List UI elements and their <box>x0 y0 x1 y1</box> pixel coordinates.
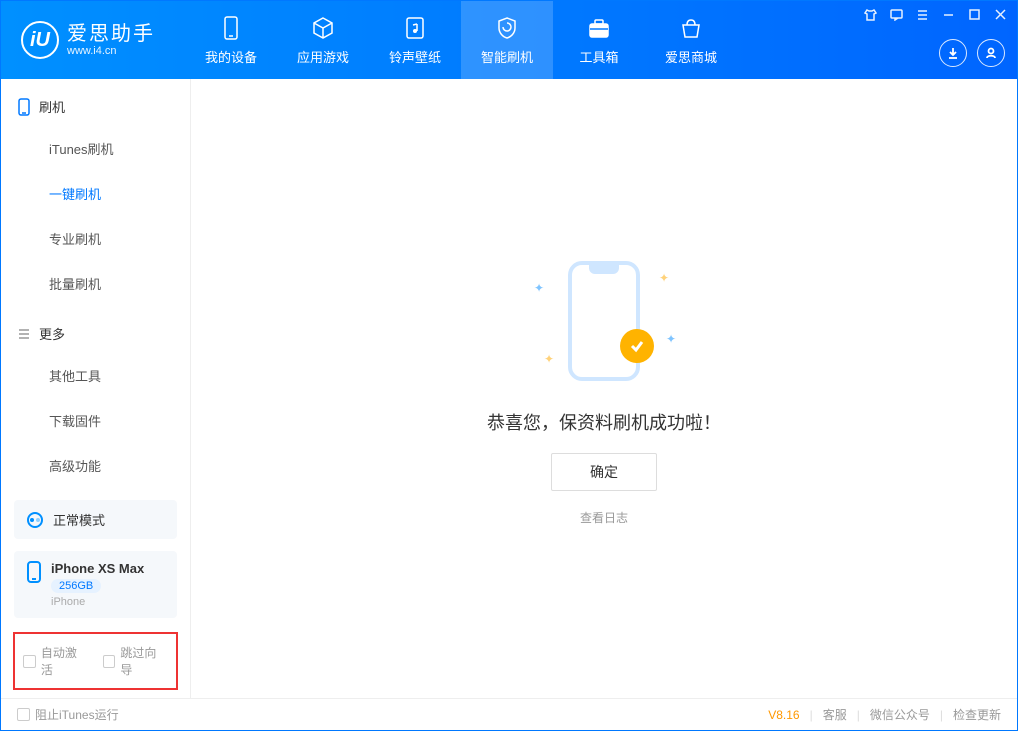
footer-link-support[interactable]: 客服 <box>823 706 847 723</box>
checkbox-icon <box>23 655 36 668</box>
device-box[interactable]: iPhone XS Max 256GB iPhone <box>14 551 177 618</box>
tab-label: 铃声壁纸 <box>389 47 441 66</box>
check-badge-icon <box>620 329 654 363</box>
device-capacity: 256GB <box>51 579 101 593</box>
nav-tabs: 我的设备 应用游戏 铃声壁纸 智能刷机 工具箱 爱思商城 <box>185 1 737 79</box>
sidebar-item-itunes-flash[interactable]: iTunes刷机 <box>1 126 190 171</box>
checkbox-label: 跳过向导 <box>120 644 168 678</box>
success-message: 恭喜您，保资料刷机成功啦！ <box>487 409 721 435</box>
skin-icon[interactable] <box>863 7 877 21</box>
header: iU 爱思助手 www.i4.cn 我的设备 应用游戏 铃声壁纸 智能刷机 工具… <box>1 1 1017 79</box>
footer-link-wechat[interactable]: 微信公众号 <box>870 706 930 723</box>
tab-label: 爱思商城 <box>665 47 717 66</box>
checkbox-label: 阻止iTunes运行 <box>35 706 119 723</box>
tab-label: 应用游戏 <box>297 47 349 66</box>
header-right <box>939 39 1005 67</box>
tab-toolbox[interactable]: 工具箱 <box>553 1 645 79</box>
ok-button[interactable]: 确定 <box>551 453 657 491</box>
checkbox-skip-guide[interactable]: 跳过向导 <box>103 644 169 678</box>
footer: 阻止iTunes运行 V8.16 | 客服 | 微信公众号 | 检查更新 <box>1 698 1017 730</box>
tab-label: 智能刷机 <box>481 47 533 66</box>
group-title: 刷机 <box>39 97 65 116</box>
sidebar-group-more[interactable]: 更多 <box>1 306 190 353</box>
tab-label: 工具箱 <box>579 47 618 66</box>
toolbox-icon <box>586 15 612 41</box>
device-type: iPhone <box>51 596 144 608</box>
store-icon <box>678 15 704 41</box>
sidebar-item-download-firmware[interactable]: 下载固件 <box>1 398 190 443</box>
options-highlight: 自动激活 跳过向导 <box>13 632 178 690</box>
version-label: V8.16 <box>768 708 799 722</box>
checkbox-auto-activate[interactable]: 自动激活 <box>23 644 89 678</box>
checkbox-block-itunes[interactable]: 阻止iTunes运行 <box>17 706 119 723</box>
logo-title: 爱思助手 <box>67 23 155 45</box>
window-controls <box>863 7 1007 21</box>
success-illustration: ✦ ✦ ✦ ✦ <box>504 251 704 391</box>
device-icon <box>218 15 244 41</box>
sidebar-item-advanced[interactable]: 高级功能 <box>1 443 190 488</box>
mode-label: 正常模式 <box>53 510 105 529</box>
sidebar-group-flash[interactable]: 刷机 <box>1 79 190 126</box>
mode-box[interactable]: 正常模式 <box>14 500 177 539</box>
minimize-icon[interactable] <box>941 7 955 21</box>
tab-ringtones[interactable]: 铃声壁纸 <box>369 1 461 79</box>
shield-icon <box>494 15 520 41</box>
feedback-icon[interactable] <box>889 7 903 21</box>
sidebar-item-oneclick-flash[interactable]: 一键刷机 <box>1 171 190 216</box>
checkbox-icon <box>103 655 116 668</box>
footer-link-update[interactable]: 检查更新 <box>953 706 1001 723</box>
app-logo[interactable]: iU 爱思助手 www.i4.cn <box>1 21 155 59</box>
phone-icon <box>568 261 640 381</box>
device-name: iPhone XS Max <box>51 561 144 576</box>
download-icon[interactable] <box>939 39 967 67</box>
group-title: 更多 <box>39 324 65 343</box>
logo-icon: iU <box>21 21 59 59</box>
tab-apps-games[interactable]: 应用游戏 <box>277 1 369 79</box>
main-content: ✦ ✦ ✦ ✦ 恭喜您，保资料刷机成功啦！ 确定 查看日志 <box>191 79 1017 698</box>
menu-icon[interactable] <box>915 7 929 21</box>
music-icon <box>402 15 428 41</box>
sidebar: 刷机 iTunes刷机 一键刷机 专业刷机 批量刷机 更多 其他工具 下载固件 … <box>1 79 191 698</box>
user-icon[interactable] <box>977 39 1005 67</box>
maximize-icon[interactable] <box>967 7 981 21</box>
close-icon[interactable] <box>993 7 1007 21</box>
tab-store[interactable]: 爱思商城 <box>645 1 737 79</box>
logo-subtitle: www.i4.cn <box>67 45 155 57</box>
tab-label: 我的设备 <box>205 47 257 66</box>
tab-smart-flash[interactable]: 智能刷机 <box>461 1 553 79</box>
tab-my-device[interactable]: 我的设备 <box>185 1 277 79</box>
sidebar-item-other-tools[interactable]: 其他工具 <box>1 353 190 398</box>
view-log-link[interactable]: 查看日志 <box>580 509 628 526</box>
cube-icon <box>310 15 336 41</box>
checkbox-icon <box>17 708 30 721</box>
sidebar-item-batch-flash[interactable]: 批量刷机 <box>1 261 190 306</box>
checkbox-label: 自动激活 <box>41 644 89 678</box>
sidebar-item-pro-flash[interactable]: 专业刷机 <box>1 216 190 261</box>
